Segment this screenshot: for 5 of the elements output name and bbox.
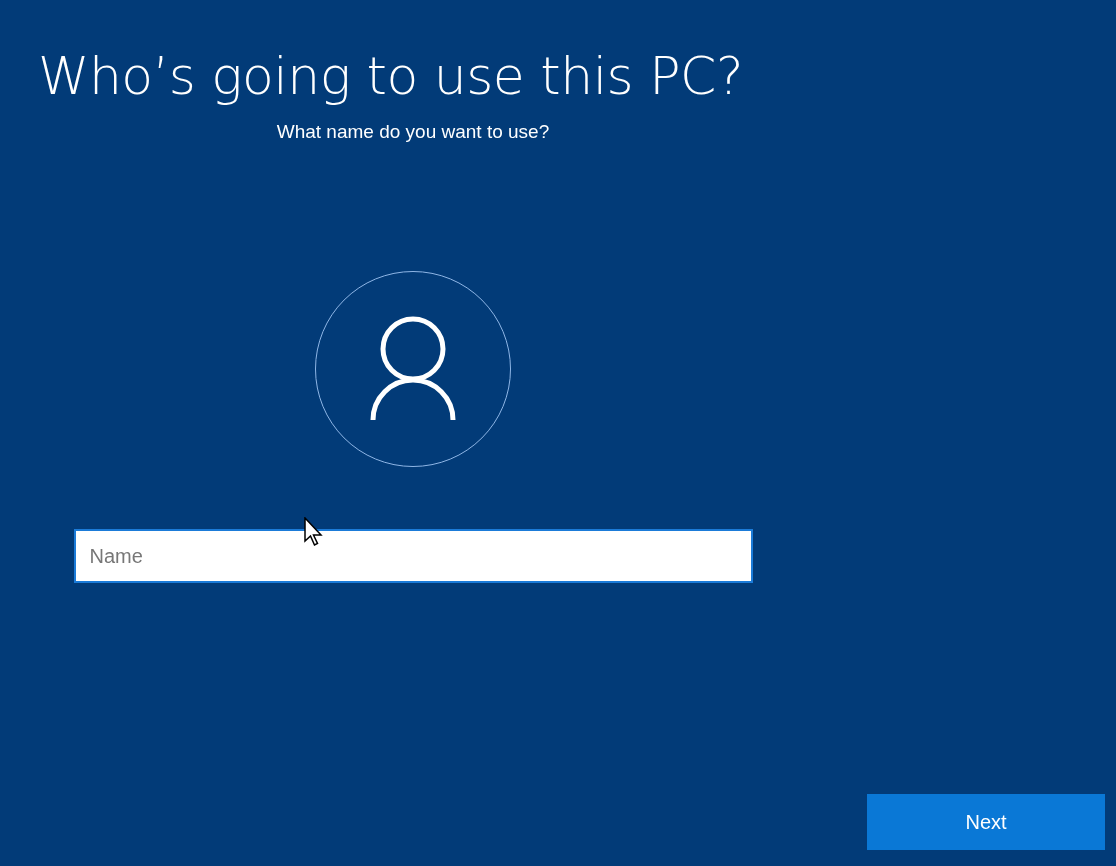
next-button[interactable]: Next (867, 794, 1105, 850)
subtitle: What name do you want to use? (276, 120, 550, 144)
mouse-pointer-icon (304, 517, 323, 547)
name-field[interactable]: Name (73, 529, 753, 583)
page-title: Who’s going to use this PC? (38, 45, 743, 108)
